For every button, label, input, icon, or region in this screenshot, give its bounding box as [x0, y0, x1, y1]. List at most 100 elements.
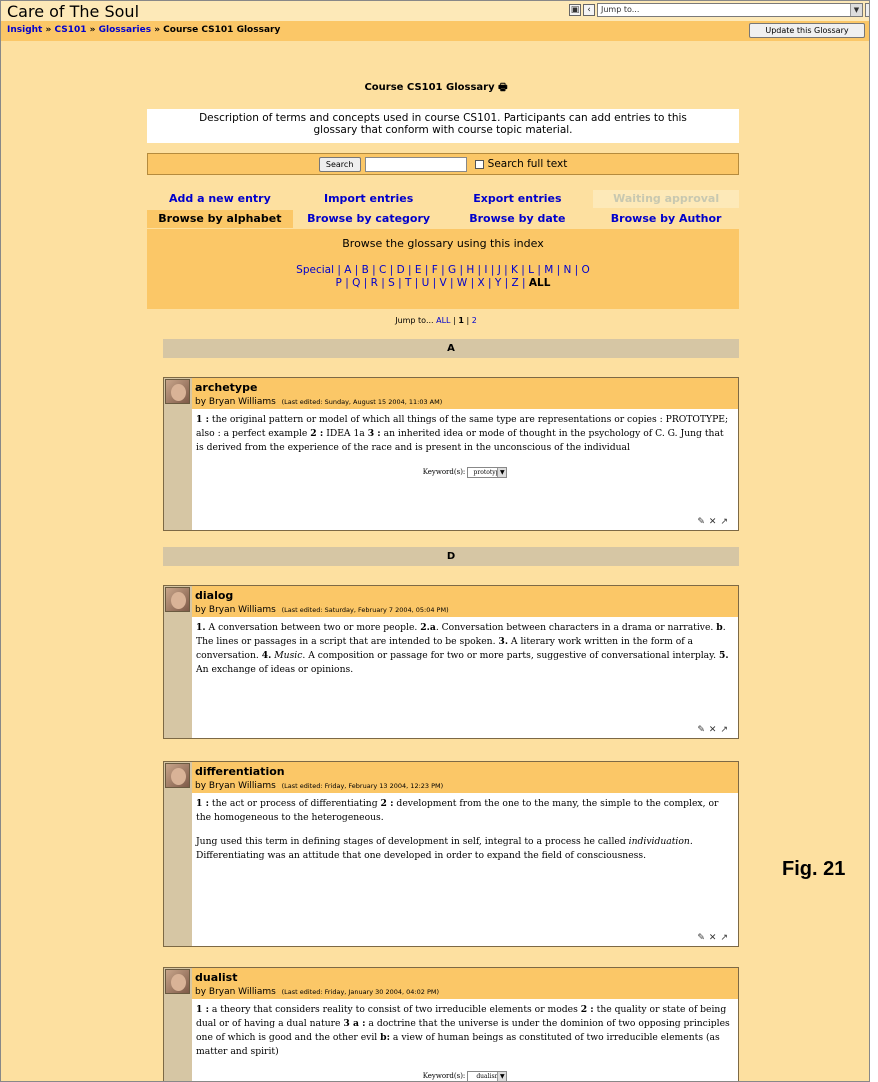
export-icon[interactable]: ↗: [720, 933, 728, 943]
alphabet-index: Browse the glossary using this index Spe…: [147, 229, 739, 309]
update-glossary-button[interactable]: Update this Glossary: [749, 23, 865, 38]
keyword-label: Keyword(s):: [422, 1072, 466, 1080]
entry-term: archetype: [195, 381, 258, 394]
chat-icon[interactable]: ▣: [569, 4, 581, 16]
entry-header: dialog by Bryan Williams (Last edited: S…: [192, 586, 738, 617]
next-arrow-icon[interactable]: ›: [865, 3, 869, 17]
entry-author[interactable]: by Bryan Williams: [195, 781, 276, 791]
index-line2[interactable]: P | Q | R | S | T | U | V | W | X | Y | …: [147, 277, 739, 290]
index-letters: Special | A | B | C | D | E | F | G | H …: [147, 264, 739, 290]
tab-import-entries[interactable]: Import entries: [295, 190, 442, 208]
pager-label: Jump to...: [395, 316, 434, 325]
tab-export-entries[interactable]: Export entries: [444, 190, 591, 208]
avatar-face: [171, 768, 186, 785]
delete-icon[interactable]: ✕: [709, 933, 717, 943]
export-icon[interactable]: ↗: [720, 517, 728, 527]
def-num: 2 :: [310, 428, 324, 439]
nav-bar: Insight » CS101 » Glossaries » Course CS…: [1, 21, 869, 41]
pager-all[interactable]: ALL: [436, 316, 450, 325]
keyword-row: Keyword(s): dualism ▼: [196, 1069, 734, 1081]
tab-waiting-approval: Waiting approval: [593, 190, 739, 208]
def-text: A conversation between two or more peopl…: [205, 622, 421, 633]
entry-definition: 1 : the act or process of differentiatin…: [192, 793, 738, 875]
def-num: 3 a :: [343, 1018, 366, 1029]
pager-sep: |: [453, 316, 456, 325]
keyword-row: Keyword(s): prototype ▼: [196, 465, 734, 479]
def-num: 5.: [718, 650, 729, 661]
entry-header: dualist by Bryan Williams (Last edited: …: [192, 968, 738, 999]
app-window: Care of The Soul ▣ ‹ Jump to... ▼ › Insig…: [0, 0, 870, 1082]
chevron-down-icon: ▼: [497, 1071, 507, 1081]
index-line2-text[interactable]: P | Q | R | S | T | U | V | W | X | Y | …: [336, 277, 529, 289]
entry-header: archetype by Bryan Williams (Last edited…: [192, 378, 738, 409]
edit-icon[interactable]: ✎: [697, 933, 705, 943]
breadcrumb-cs101[interactable]: CS101: [54, 25, 86, 35]
tab-row-browse: Browse by alphabet Browse by category Br…: [147, 210, 739, 228]
fulltext-label: Search full text: [487, 158, 568, 170]
def-num: 1 :: [196, 414, 209, 425]
tab-browse-alphabet[interactable]: Browse by alphabet: [147, 210, 293, 228]
entry-author[interactable]: by Bryan Williams: [195, 987, 276, 997]
jump-select[interactable]: Jump to... ▼: [597, 3, 863, 17]
entry-header: differentiation by Bryan Williams (Last …: [192, 762, 738, 793]
section-header-a: A: [163, 339, 739, 358]
def-num: 4.: [261, 650, 272, 661]
def-text: IDEA 1a: [323, 428, 368, 439]
def-num: 2 :: [380, 798, 394, 809]
breadcrumb-sep: »: [154, 25, 161, 35]
def-text: the act or process of differentiating: [208, 798, 381, 809]
avatar[interactable]: [165, 587, 190, 612]
fulltext-checkbox[interactable]: [474, 159, 484, 169]
tab-browse-category[interactable]: Browse by category: [295, 210, 442, 228]
site-title[interactable]: Care of The Soul: [7, 2, 139, 21]
definition-text: 1. A conversation between two or more pe…: [196, 621, 734, 677]
jump-select-value: Jump to...: [601, 5, 640, 14]
entry-differentiation: differentiation by Bryan Williams (Last …: [163, 761, 739, 947]
breadcrumb: Insight » CS101 » Glossaries » Course CS…: [7, 25, 280, 35]
definition-text: 1 : the act or process of differentiatin…: [196, 797, 734, 825]
print-icon[interactable]: 🖶: [498, 82, 507, 93]
tab-row-actions: Add a new entry Import entries Export en…: [147, 190, 739, 208]
breadcrumb-insight[interactable]: Insight: [7, 25, 42, 35]
delete-icon[interactable]: ✕: [709, 725, 717, 735]
export-icon[interactable]: ↗: [720, 725, 728, 735]
top-bar: Care of The Soul ▣ ‹ Jump to... ▼ ›: [1, 1, 869, 21]
glossary-description: Description of terms and concepts used i…: [147, 109, 739, 143]
def-italic: individuation: [628, 836, 690, 847]
description-line1: Description of terms and concepts used i…: [199, 112, 687, 124]
breadcrumb-glossaries[interactable]: Glossaries: [99, 25, 151, 35]
tab-add-entry[interactable]: Add a new entry: [147, 190, 293, 208]
edit-icon[interactable]: ✎: [697, 517, 705, 527]
avatar[interactable]: [165, 969, 190, 994]
chevron-down-icon: ▼: [850, 4, 862, 16]
entry-author[interactable]: by Bryan Williams: [195, 605, 276, 615]
prev-arrow-icon[interactable]: ‹: [583, 4, 595, 16]
avatar[interactable]: [165, 763, 190, 788]
avatar[interactable]: [165, 379, 190, 404]
pager-page-1: 1: [458, 316, 464, 325]
page-title-text: Course CS101 Glossary: [364, 82, 495, 93]
def-num: 3 :: [367, 428, 381, 439]
definition-text: Jung used this term in defining stages o…: [196, 835, 734, 863]
entry-byline: by Bryan Williams (Last edited: Sunday, …: [195, 397, 735, 407]
entry-author[interactable]: by Bryan Williams: [195, 397, 276, 407]
pager: Jump to... ALL | 1 | 2: [1, 316, 869, 325]
keyword-select[interactable]: dualism ▼: [467, 1070, 508, 1081]
pager-sep: |: [466, 316, 470, 325]
tab-browse-date[interactable]: Browse by date: [444, 210, 591, 228]
def-text: . Conversation between characters in a d…: [435, 622, 717, 633]
def-num: 3.: [498, 636, 509, 647]
tab-browse-author[interactable]: Browse by Author: [593, 210, 739, 228]
description-line2: glossary that conform with course topic …: [313, 124, 573, 136]
delete-icon[interactable]: ✕: [709, 517, 717, 527]
keyword-select[interactable]: prototype ▼: [467, 466, 508, 478]
search-input[interactable]: [364, 156, 467, 172]
index-line1[interactable]: Special | A | B | C | D | E | F | G | H …: [147, 264, 739, 277]
edit-icon[interactable]: ✎: [697, 725, 705, 735]
search-button[interactable]: Search: [318, 156, 361, 172]
entry-actions: ✎ ✕ ↗: [697, 933, 728, 943]
entry-term: dualist: [195, 971, 238, 984]
entry-archetype: archetype by Bryan Williams (Last edited…: [163, 377, 739, 531]
pager-page-2[interactable]: 2: [472, 316, 477, 325]
avatar-face: [171, 974, 186, 991]
